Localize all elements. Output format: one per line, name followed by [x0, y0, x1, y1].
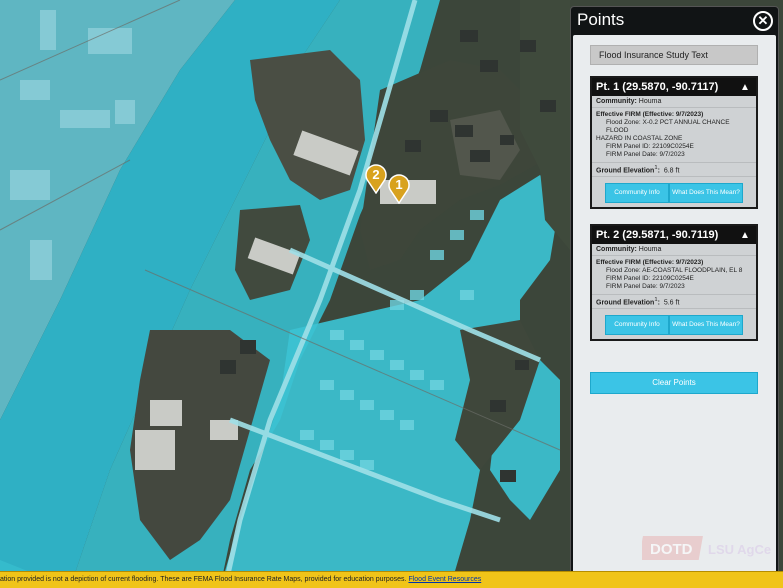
elevation-value: 5.6 ft	[663, 299, 680, 307]
elevation-row: Ground Elevation1: 6.8 ft	[592, 163, 756, 178]
flood-insurance-study-button[interactable]: Flood Insurance Study Text	[590, 45, 758, 65]
elevation-label: Ground Elevation	[596, 299, 655, 307]
point-buttons: Community Info What Does This Mean?	[592, 309, 756, 339]
point-card-header: Pt. 1 (29.5870, -90.7117) ▲	[592, 78, 756, 96]
firm-title: Effective FIRM (Effective: 9/7/2023)	[596, 111, 704, 118]
panel-title: Points	[577, 10, 625, 29]
flood-zone: Flood Zone: AE-COASTAL FLOODPLAIN, EL 8	[606, 267, 743, 274]
firm-panel-id: FIRM Panel ID: 22109C0254E	[606, 143, 694, 150]
firm-panel-date: FIRM Panel Date: 9/7/2023	[606, 283, 685, 290]
firm-panel-id: FIRM Panel ID: 22109C0254E	[606, 275, 694, 282]
sponsor-logos: DOTD LSU AgCenter	[638, 530, 776, 569]
clear-points-button[interactable]: Clear Points	[590, 372, 758, 394]
point-card-1: Pt. 1 (29.5870, -90.7117) ▲ Community: H…	[590, 76, 758, 210]
elevation-row: Ground Elevation1: 5.6 ft	[592, 295, 756, 310]
logo-lsu: LSU AgCenter	[708, 542, 772, 557]
point-card-header: Pt. 2 (29.5871, -90.7119) ▲	[592, 226, 756, 244]
points-panel: Points ✕ Flood Insurance Study Text Pt. …	[570, 6, 779, 576]
community-value: Houma	[638, 246, 662, 253]
disclaimer-bar: ation provided is not a depiction of cur…	[0, 571, 783, 588]
chevron-up-icon[interactable]: ▲	[740, 79, 752, 93]
community-row: Community: Houma	[592, 96, 756, 108]
marker-number: 1	[395, 177, 403, 192]
map-marker-2[interactable]: 2	[365, 164, 387, 194]
disclaimer-text: ation provided is not a depiction of cur…	[0, 576, 407, 583]
community-row: Community: Houma	[592, 244, 756, 256]
point-card-2: Pt. 2 (29.5871, -90.7119) ▲ Community: H…	[590, 224, 758, 342]
community-info-button[interactable]: Community Info	[605, 183, 669, 204]
community-info-button[interactable]: Community Info	[605, 315, 669, 336]
chevron-up-icon[interactable]: ▲	[740, 227, 752, 241]
close-icon[interactable]: ✕	[753, 11, 773, 31]
logo-dotd: DOTD	[650, 541, 693, 558]
what-does-this-mean-button[interactable]: What Does This Mean?	[669, 315, 743, 336]
community-label: Community:	[596, 98, 637, 105]
point-title: Pt. 2 (29.5871, -90.7119)	[596, 229, 719, 241]
flood-event-resources-link[interactable]: Flood Event Resources	[408, 576, 481, 583]
firm-info: Effective FIRM (Effective: 9/7/2023) Flo…	[592, 256, 756, 295]
community-value: Houma	[638, 98, 662, 105]
marker-number: 2	[372, 167, 380, 182]
point-title: Pt. 1 (29.5870, -90.7117)	[596, 81, 719, 93]
flood-zone-cont: HAZARD IN COASTAL ZONE	[596, 135, 683, 142]
firm-panel-date: FIRM Panel Date: 9/7/2023	[606, 151, 685, 158]
community-label: Community:	[596, 246, 637, 253]
flood-zone: Flood Zone: X-0.2 PCT ANNUAL CHANCE FLOO…	[606, 119, 730, 134]
what-does-this-mean-button[interactable]: What Does This Mean?	[669, 183, 743, 204]
elevation-label: Ground Elevation	[596, 167, 655, 175]
elevation-value: 6.8 ft	[663, 167, 680, 175]
logo-image: DOTD LSU AgCenter	[638, 536, 776, 560]
firm-info: Effective FIRM (Effective: 9/7/2023) Flo…	[592, 108, 756, 163]
panel-body: Flood Insurance Study Text Pt. 1 (29.587…	[573, 35, 776, 573]
map-marker-1[interactable]: 1	[388, 174, 410, 204]
firm-title: Effective FIRM (Effective: 9/7/2023)	[596, 259, 704, 266]
point-buttons: Community Info What Does This Mean?	[592, 177, 756, 207]
